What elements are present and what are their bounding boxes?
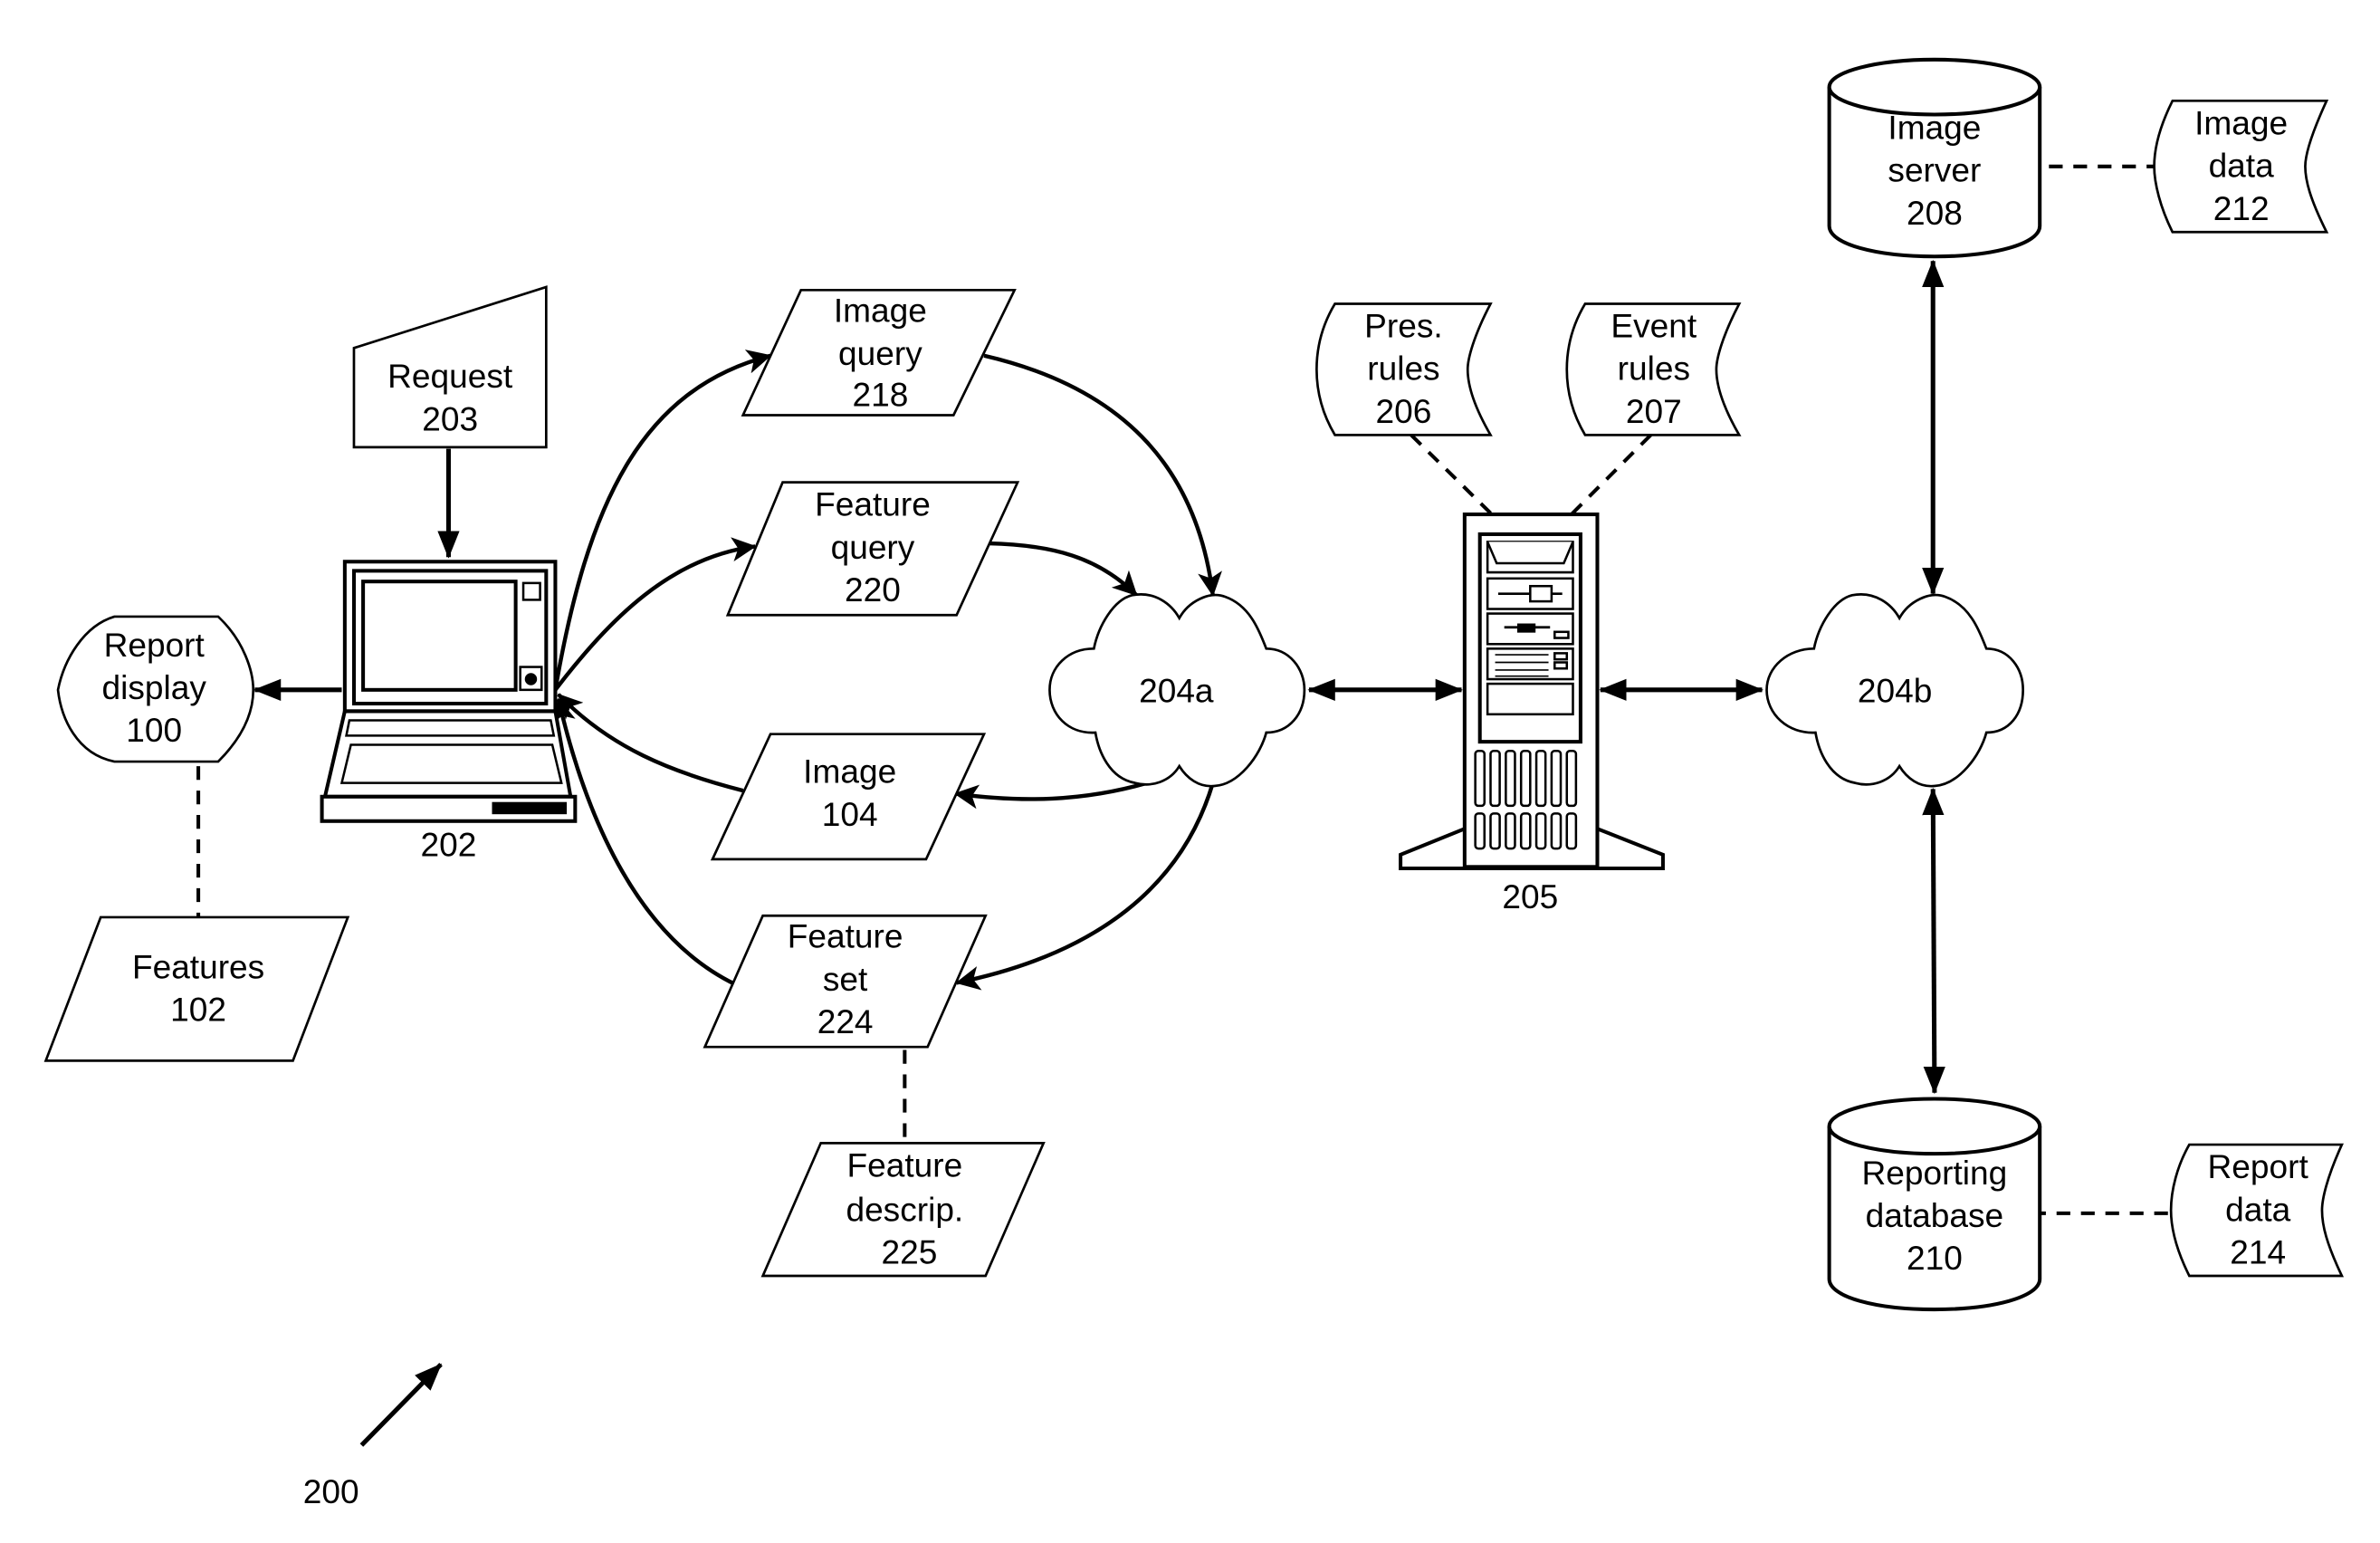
report-data-line2: data (2225, 1190, 2291, 1228)
feature-set-node: Feature set 224 (703, 914, 988, 1049)
event-rules-line1: Event (1611, 307, 1697, 345)
image-data-line2: data (2209, 147, 2275, 185)
feature-descrip-node: Feature descrip. 225 (760, 1142, 1046, 1278)
image-data-line1: Image (2194, 103, 2288, 141)
report-data-line3: 214 (2230, 1232, 2286, 1270)
pres-rules-line1: Pres. (1364, 307, 1443, 345)
server-label: 205 (1502, 877, 1558, 915)
network-cloud-a-icon: 204a (1048, 593, 1306, 788)
feature-query-line1: Feature (815, 485, 931, 523)
edge-network-a-to-image (953, 781, 1148, 810)
reporting-database-line2: database (1866, 1196, 2004, 1234)
system-diagram: Request 203 202 Report display 100 Featu… (43, 57, 2345, 1510)
request-label-line1: Request (387, 357, 513, 395)
laptop-icon: 202 (320, 560, 578, 864)
image-query-line1: Image (834, 292, 927, 330)
feature-set-line1: Feature (788, 917, 903, 955)
image-server-database-icon: Image server 208 (1827, 57, 2042, 259)
feature-descrip-line2: descrip. (846, 1190, 963, 1228)
server-vents (1474, 749, 1578, 850)
image-query-line3: 218 (852, 375, 908, 413)
feature-descrip-line1: Feature (846, 1145, 962, 1184)
feature-set-line2: set (823, 960, 868, 998)
pres-rules-node: Pres. rules 206 (1315, 302, 1493, 436)
event-rules-line3: 207 (1626, 392, 1682, 430)
figure-reference-label: 200 (303, 1472, 359, 1510)
figure-reference-arrow (359, 1362, 443, 1447)
pres-rules-line2: rules (1367, 350, 1439, 388)
edge-laptop-to-image-query (553, 350, 772, 691)
image-query-line2: query (838, 334, 922, 372)
image-query-node: Image query 218 (741, 288, 1017, 417)
pres-rules-line3: 206 (1376, 392, 1432, 430)
report-display-line1: Report (104, 626, 206, 664)
image-server-line1: Image (1888, 108, 1981, 146)
reporting-database-line3: 210 (1907, 1239, 1963, 1277)
features-line1: Features (132, 947, 264, 985)
report-display-line3: 100 (126, 711, 182, 749)
image-server-line3: 208 (1907, 194, 1963, 232)
edge-image-to-laptop (557, 693, 744, 793)
network-cloud-b-icon: 204b (1765, 593, 2024, 788)
image-node: Image 104 (710, 733, 987, 861)
feature-query-node: Feature query 220 (725, 481, 1020, 617)
image-line1: Image (803, 752, 896, 791)
laptop-label: 202 (421, 826, 477, 864)
image-data-node: Image data 212 (2153, 99, 2329, 234)
feature-query-line3: 220 (845, 570, 901, 609)
request-label-line2: 203 (422, 399, 478, 437)
features-line2: 102 (170, 991, 226, 1029)
report-data-node: Report data 214 (2169, 1143, 2345, 1278)
edge-feature-query-to-network-a (988, 541, 1139, 597)
report-data-line1: Report (2208, 1147, 2309, 1185)
report-display-line2: display (102, 668, 207, 706)
feature-query-line2: query (831, 528, 915, 566)
edge-laptop-to-feature-query (553, 537, 757, 692)
feature-descrip-line3: 225 (881, 1232, 937, 1270)
edge-network-b-to-reporting-database (1922, 787, 1945, 1095)
reporting-database-icon: Reporting database 210 (1827, 1097, 2042, 1312)
edge-network-a-to-feature-set (955, 782, 1215, 991)
feature-set-line3: 224 (817, 1002, 874, 1040)
network-b-label: 204b (1858, 671, 1932, 709)
features-node: Features 102 (43, 915, 350, 1062)
image-server-line2: server (1888, 151, 1981, 189)
request-node: Request 203 (352, 285, 548, 449)
image-line2: 104 (822, 795, 878, 833)
reporting-database-line1: Reporting (1862, 1154, 2008, 1192)
report-display-node: Report display 100 (56, 615, 255, 763)
image-data-line3: 212 (2213, 189, 2270, 227)
event-rules-line2: rules (1618, 350, 1690, 388)
server-tower-icon: 205 (1399, 513, 1665, 915)
network-a-label: 204a (1139, 671, 1214, 709)
edge-image-query-to-network-a (983, 353, 1222, 597)
event-rules-node: Event rules 207 (1565, 302, 1742, 436)
edge-feature-set-to-laptop (551, 697, 737, 987)
